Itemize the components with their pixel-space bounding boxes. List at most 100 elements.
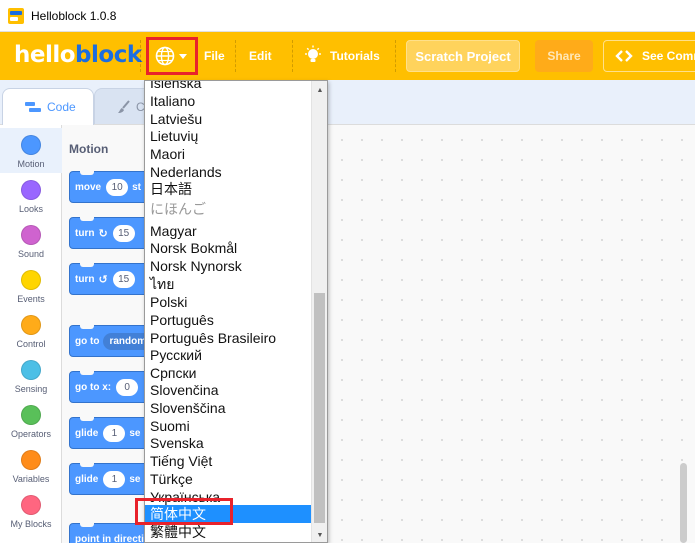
- category-label: Sensing: [14, 384, 48, 394]
- category-menu: Motion Looks Sound Events Control Sensin…: [0, 124, 62, 543]
- language-option[interactable]: Русский: [145, 346, 312, 364]
- category-label: Operators: [10, 429, 52, 439]
- block-notch: [80, 325, 94, 329]
- turn-left-block[interactable]: turn ↺ 15: [69, 263, 146, 295]
- category-sound[interactable]: Sound: [0, 218, 62, 263]
- block-label: turn: [75, 227, 95, 239]
- language-option[interactable]: Lietuvių: [145, 127, 312, 145]
- language-option[interactable]: Português Brasileiro: [145, 329, 312, 347]
- language-option[interactable]: Magyar: [145, 222, 312, 240]
- glide-block[interactable]: glide 1 se: [69, 417, 146, 449]
- language-option[interactable]: Türkçe: [145, 470, 312, 488]
- remix-icon: [615, 50, 633, 62]
- scrollbar-thumb[interactable]: [314, 293, 325, 523]
- category-label: Sound: [17, 249, 45, 259]
- go-to-xy-block[interactable]: go to x: 0: [69, 371, 146, 403]
- palette-heading: Motion: [69, 142, 109, 156]
- share-button[interactable]: Share: [535, 40, 593, 72]
- language-option[interactable]: Svenska: [145, 434, 312, 452]
- language-option[interactable]: にほんご: [145, 200, 312, 218]
- app-icon: [8, 7, 24, 24]
- project-title-input[interactable]: Scratch Project: [406, 40, 520, 72]
- category-dot: [21, 405, 41, 425]
- block-label: se: [129, 427, 141, 439]
- block-input[interactable]: 0: [116, 378, 139, 396]
- tab-code[interactable]: Code: [2, 88, 94, 125]
- language-option[interactable]: Maori: [145, 145, 312, 163]
- edit-menu[interactable]: Edit: [249, 32, 272, 80]
- language-option[interactable]: Norsk Bokmål: [145, 239, 312, 257]
- language-option[interactable]: Українська: [145, 488, 312, 506]
- category-motion[interactable]: Motion: [0, 128, 62, 173]
- language-option[interactable]: Nederlands: [145, 163, 312, 181]
- language-option[interactable]: 日本語: [145, 180, 312, 198]
- tab-code-label: Code: [47, 100, 76, 114]
- category-label: Looks: [18, 204, 44, 214]
- language-option[interactable]: Српски: [145, 364, 312, 382]
- category-dot: [21, 315, 41, 335]
- dropdown-scrollbar[interactable]: ▲ ▼: [311, 81, 327, 542]
- go-to-block[interactable]: go to random: [69, 325, 146, 357]
- block-input[interactable]: 10: [106, 178, 129, 196]
- helloblock-logo[interactable]: helloblock: [14, 41, 142, 69]
- block-input[interactable]: 15: [112, 270, 135, 288]
- block-input[interactable]: 1: [103, 470, 126, 488]
- language-option[interactable]: Norsk Nynorsk: [145, 257, 312, 275]
- language-option[interactable]: Slovenščina: [145, 399, 312, 417]
- glide-to-xy-block[interactable]: glide 1 se: [69, 463, 146, 495]
- block-notch: [80, 463, 94, 467]
- language-option[interactable]: Suomi: [145, 417, 312, 435]
- category-sensing[interactable]: Sensing: [0, 353, 62, 398]
- category-label: Control: [16, 339, 46, 349]
- tutorials-button[interactable]: Tutorials: [303, 32, 380, 80]
- block-notch: [80, 263, 94, 267]
- category-variables[interactable]: Variables: [0, 443, 62, 488]
- language-option[interactable]: Tiếng Việt: [145, 452, 312, 470]
- move-steps-block[interactable]: move 10 st: [69, 171, 146, 203]
- workspace-scrollbar[interactable]: [680, 463, 687, 543]
- language-option[interactable]: Polski: [145, 293, 312, 311]
- language-option-selected[interactable]: 简体中文: [145, 505, 312, 523]
- language-option[interactable]: Português: [145, 311, 312, 329]
- brush-icon: [118, 100, 130, 113]
- category-looks[interactable]: Looks: [0, 173, 62, 218]
- block-input[interactable]: 15: [112, 224, 135, 242]
- caret-down-icon: [179, 54, 187, 59]
- scroll-down-arrow-icon[interactable]: ▼: [312, 527, 327, 542]
- see-community-button[interactable]: See Comm: [603, 40, 695, 72]
- category-control[interactable]: Control: [0, 308, 62, 353]
- menu-divider: [140, 40, 141, 72]
- language-button[interactable]: [146, 37, 198, 75]
- language-option[interactable]: ไทย: [145, 275, 312, 293]
- title-bar: Helloblock 1.0.8: [0, 0, 695, 32]
- category-operators[interactable]: Operators: [0, 398, 62, 443]
- category-label: Events: [17, 294, 45, 304]
- app-window: Helloblock 1.0.8 helloblock File Edit Tu…: [0, 0, 695, 543]
- file-menu[interactable]: File: [204, 32, 225, 80]
- language-option[interactable]: Slovenčina: [145, 381, 312, 399]
- menu-bar: helloblock File Edit Tutorials Scratch P…: [0, 32, 695, 80]
- menu-divider: [292, 40, 293, 72]
- turn-right-block[interactable]: turn ↻ 15: [69, 217, 146, 249]
- category-dot: [21, 270, 41, 290]
- code-icon: [25, 102, 41, 112]
- category-label: My Blocks: [10, 519, 52, 529]
- language-dropdown: Íslenska Italiano Latviešu Lietuvių Maor…: [144, 80, 328, 543]
- category-events[interactable]: Events: [0, 263, 62, 308]
- language-option[interactable]: Italiano: [145, 92, 312, 110]
- language-option[interactable]: 繁體中文: [145, 523, 312, 541]
- language-option[interactable]: Íslenska: [145, 81, 312, 92]
- category-dot: [21, 360, 41, 380]
- menu-divider: [395, 40, 396, 72]
- rotate-right-icon: ↻: [98, 227, 108, 240]
- language-option[interactable]: Latviešu: [145, 110, 312, 128]
- block-dropdown[interactable]: random: [103, 332, 146, 350]
- category-my-blocks[interactable]: My Blocks: [0, 488, 62, 533]
- scroll-up-arrow-icon[interactable]: ▲: [312, 82, 327, 98]
- category-dot: [21, 495, 41, 515]
- category-dot: [21, 450, 41, 470]
- block-input[interactable]: 1: [103, 424, 126, 442]
- community-label: See Comm: [642, 49, 695, 63]
- point-in-direction-block[interactable]: point in directio: [69, 523, 146, 543]
- logo-text-hello: hello: [14, 42, 76, 68]
